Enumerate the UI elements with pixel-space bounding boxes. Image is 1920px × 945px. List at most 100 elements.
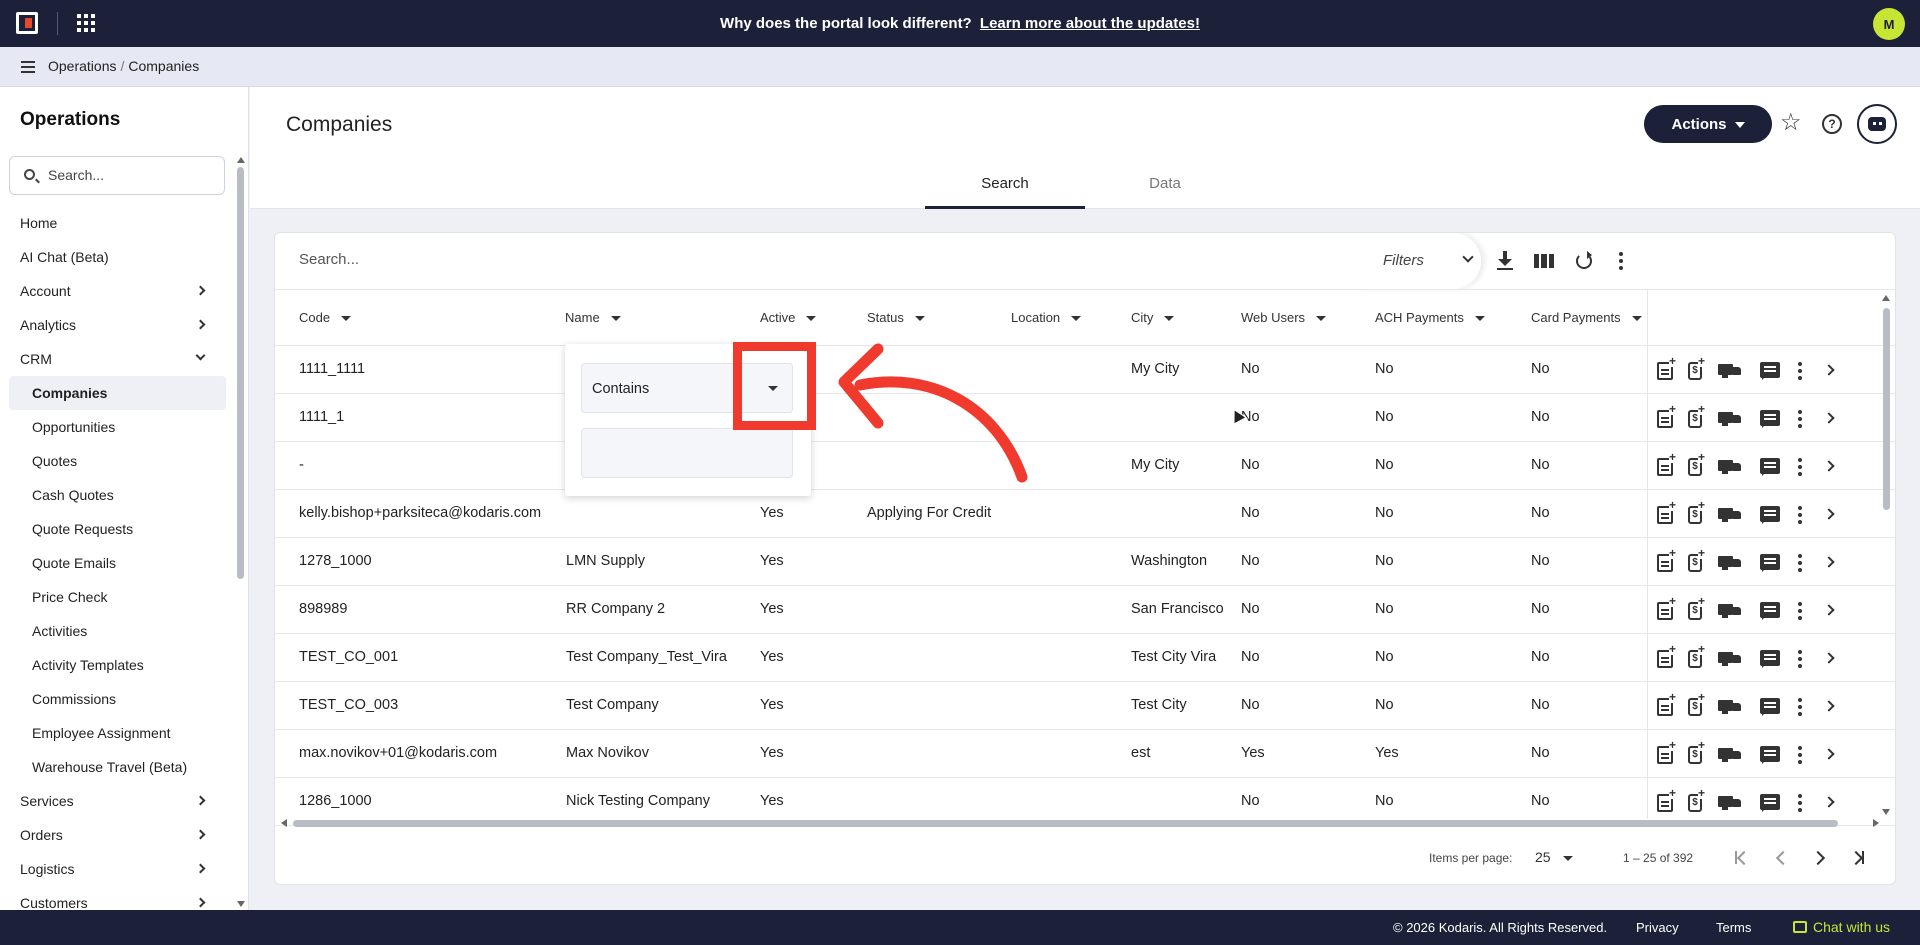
table-row[interactable]: 1278_1000 LMN Supply Yes Washington No No No $ — [275, 538, 1895, 586]
table-row[interactable]: 1111_1NoNoNo$ — [275, 394, 1895, 442]
column-header-code[interactable]: Code — [299, 310, 352, 325]
truck-icon[interactable] — [1718, 652, 1742, 666]
more-vert-icon[interactable] — [1797, 506, 1803, 524]
sidebar-item-employee-assignment[interactable]: Employee Assignment — [0, 716, 236, 750]
column-header-ach-payments[interactable]: ACH Payments — [1375, 310, 1485, 325]
sidebar-item-quote-emails[interactable]: Quote Emails — [0, 546, 236, 580]
sidebar-item-commissions[interactable]: Commissions — [0, 682, 236, 716]
money-add-icon[interactable]: $ — [1688, 787, 1706, 812]
columns-icon[interactable] — [1532, 249, 1556, 273]
filter-caret-icon[interactable] — [1164, 316, 1175, 322]
banner-learn-more-link[interactable]: Learn more about the updates! — [980, 15, 1200, 32]
note-add-icon[interactable] — [1657, 355, 1677, 380]
money-add-icon[interactable]: $ — [1688, 451, 1706, 476]
money-add-icon[interactable]: $ — [1688, 643, 1706, 668]
sidebar-item-opportunities[interactable]: Opportunities — [0, 410, 236, 444]
filter-caret-icon[interactable] — [610, 316, 621, 322]
filter-caret-icon[interactable] — [341, 316, 352, 322]
column-header-city[interactable]: City — [1131, 310, 1175, 325]
filter-caret-icon[interactable] — [1316, 316, 1327, 322]
download-icon[interactable] — [1493, 249, 1517, 273]
more-vert-icon[interactable] — [1797, 650, 1803, 668]
sidebar-item-ai-chat-beta[interactable]: AI Chat (Beta) — [0, 240, 236, 274]
comment-icon[interactable] — [1760, 794, 1780, 812]
more-vert-icon[interactable] — [1797, 362, 1803, 380]
comment-icon[interactable] — [1760, 746, 1780, 764]
chevron-right-icon[interactable] — [1823, 556, 1835, 568]
last-page-icon[interactable] — [1853, 851, 1864, 864]
sidebar-item-services[interactable]: Services — [0, 784, 236, 818]
truck-icon[interactable] — [1718, 508, 1742, 522]
chevron-right-icon[interactable] — [1823, 700, 1835, 712]
note-add-icon[interactable] — [1657, 403, 1677, 428]
chevron-down-icon[interactable] — [195, 350, 206, 361]
scroll-right-icon[interactable] — [1873, 819, 1879, 827]
filter-caret-icon[interactable] — [1631, 316, 1642, 322]
column-header-active[interactable]: Active — [760, 310, 817, 325]
note-add-icon[interactable] — [1657, 691, 1677, 716]
filter-caret-icon[interactable] — [914, 316, 925, 322]
refresh-icon[interactable] — [1572, 249, 1596, 273]
vertical-scrollbar[interactable] — [1882, 295, 1892, 815]
scroll-left-icon[interactable] — [281, 819, 287, 827]
more-vert-icon[interactable] — [1797, 458, 1803, 476]
money-add-icon[interactable]: $ — [1688, 595, 1706, 620]
chevron-right-icon[interactable] — [1823, 796, 1835, 808]
chevron-right-icon[interactable] — [1823, 652, 1835, 664]
truck-icon[interactable] — [1718, 364, 1742, 378]
scroll-down-icon[interactable] — [237, 901, 245, 907]
money-add-icon[interactable]: $ — [1688, 403, 1706, 428]
note-add-icon[interactable] — [1657, 451, 1677, 476]
terms-link[interactable]: Terms — [1716, 920, 1751, 935]
privacy-link[interactable]: Privacy — [1636, 920, 1679, 935]
table-search-input[interactable] — [299, 251, 699, 268]
sidebar-item-customers[interactable]: Customers — [0, 886, 236, 910]
filter-caret-icon[interactable] — [806, 316, 817, 322]
comment-icon[interactable] — [1760, 698, 1780, 716]
chevron-right-icon[interactable] — [195, 795, 206, 806]
truck-icon[interactable] — [1718, 460, 1742, 474]
chevron-right-icon[interactable] — [1823, 364, 1835, 376]
truck-icon[interactable] — [1718, 700, 1742, 714]
items-per-page-select[interactable]: 25 — [1535, 849, 1573, 865]
filter-caret-icon[interactable] — [1071, 316, 1082, 322]
scroll-up-icon[interactable] — [237, 157, 245, 163]
horizontal-scrollbar[interactable] — [281, 817, 1879, 829]
table-row[interactable]: max.novikov+01@kodaris.com Max Novikov Yes… — [275, 730, 1895, 778]
truck-icon[interactable] — [1718, 604, 1742, 618]
comment-icon[interactable] — [1760, 410, 1780, 428]
column-header-location[interactable]: Location — [1011, 310, 1082, 325]
first-page-icon[interactable] — [1735, 851, 1746, 864]
more-vert-icon[interactable] — [1797, 746, 1803, 764]
sidebar-search-input[interactable] — [48, 167, 208, 183]
table-row[interactable]: 1111_1111 My City No No No $ — [275, 346, 1895, 394]
filter-caret-icon[interactable] — [1474, 316, 1485, 322]
ai-assistant-icon[interactable] — [1857, 104, 1897, 144]
sidebar-item-crm[interactable]: CRM — [0, 342, 236, 376]
chevron-right-icon[interactable] — [195, 829, 206, 840]
filters-button[interactable]: Filters — [1357, 233, 1481, 289]
table-row[interactable]: TEST_CO_001 Test Company_Test_Vira Yes Test… — [275, 634, 1895, 682]
table-row[interactable]: TEST_CO_003 Test Company Yes Test City No No N… — [275, 682, 1895, 730]
sidebar-item-companies[interactable]: Companies — [9, 376, 226, 410]
more-vert-icon[interactable] — [1797, 602, 1803, 620]
note-add-icon[interactable] — [1657, 595, 1677, 620]
money-add-icon[interactable]: $ — [1688, 691, 1706, 716]
chevron-right-icon[interactable] — [1823, 508, 1835, 520]
money-add-icon[interactable]: $ — [1688, 355, 1706, 380]
chevron-right-icon[interactable] — [1823, 604, 1835, 616]
chevron-right-icon[interactable] — [195, 863, 206, 874]
user-avatar[interactable]: M — [1873, 8, 1905, 40]
sidebar-item-quotes[interactable]: Quotes — [0, 444, 236, 478]
tab-data[interactable]: Data — [1085, 175, 1245, 209]
comment-icon[interactable] — [1760, 554, 1780, 572]
sidebar-item-price-check[interactable]: Price Check — [0, 580, 236, 614]
chevron-right-icon[interactable] — [195, 319, 206, 330]
scroll-up-icon[interactable] — [1882, 295, 1890, 301]
truck-icon[interactable] — [1718, 748, 1742, 762]
column-header-status[interactable]: Status — [867, 310, 925, 325]
sidebar-item-account[interactable]: Account — [0, 274, 236, 308]
sidebar-item-logistics[interactable]: Logistics — [0, 852, 236, 886]
filter-value-input[interactable] — [581, 428, 793, 478]
column-header-card-payments[interactable]: Card Payments — [1531, 310, 1642, 325]
